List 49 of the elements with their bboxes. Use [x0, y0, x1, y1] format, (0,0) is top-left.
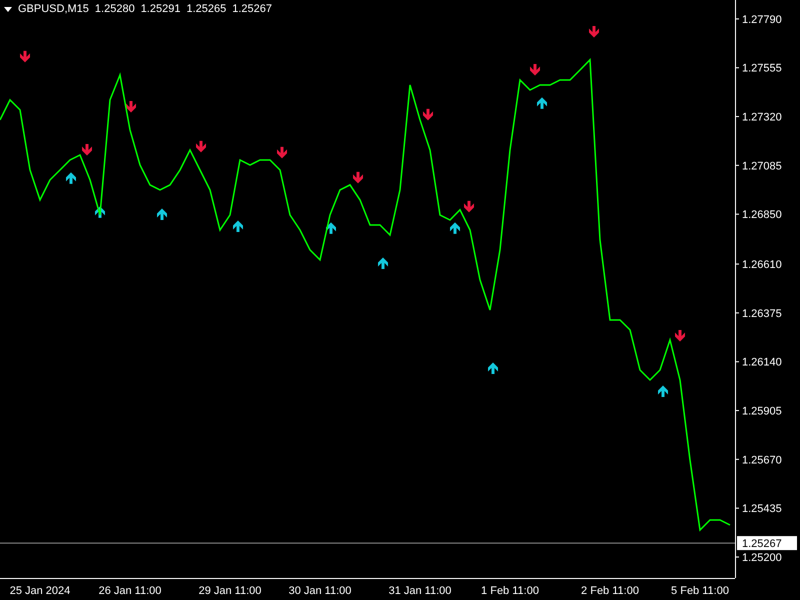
ohlc-price: 1.25265: [186, 3, 226, 15]
down-arrow-icon: [589, 26, 599, 38]
price-axis-label: 1.27790: [742, 14, 782, 26]
up-arrow-icon: [66, 172, 76, 184]
up-arrow-icon: [378, 258, 388, 270]
price-axis-label: 1.26610: [742, 259, 782, 272]
down-arrow-icon: [353, 172, 363, 184]
time-axis-label: 5 Feb 11:00: [671, 585, 729, 597]
up-arrow-icon: [450, 222, 460, 234]
ohlc-price: 1.25267: [232, 3, 272, 15]
time-axis-label: 29 Jan 11:00: [198, 585, 262, 597]
ref-line-label: 1.25267: [742, 538, 782, 550]
price-axis-label: 1.26375: [742, 308, 782, 320]
ohlc-price: 1.25280: [94, 3, 135, 15]
down-arrow-icon: [464, 200, 474, 212]
time-axis-label: 2 Feb 11:00: [581, 585, 639, 597]
time-axis-label: 25 Jan 2024: [10, 585, 70, 597]
dropdown-triangle-icon[interactable]: [4, 6, 12, 12]
up-arrow-icon: [95, 206, 105, 218]
time-axis-label: 31 Jan 11:00: [388, 585, 452, 597]
ohlc-price: 1.25291: [140, 3, 180, 15]
down-arrow-icon: [196, 140, 206, 152]
price-axis-label: 1.27555: [742, 62, 782, 75]
up-arrow-icon: [157, 208, 167, 220]
down-arrow-icon: [530, 64, 540, 76]
time-axis-label: 26 Jan 11:00: [98, 585, 162, 597]
current-price-label: 1.25267: [737, 536, 797, 550]
up-arrow-icon: [488, 362, 498, 374]
up-arrow-icon: [233, 220, 243, 232]
chart-symbol: GBPUSD,M15: [18, 3, 89, 15]
price-axis-label: 1.27085: [742, 160, 782, 172]
down-arrow-icon: [277, 146, 287, 158]
down-arrow-icon: [20, 50, 30, 62]
up-arrow-icon: [326, 222, 336, 234]
price-axis-label: 1.25670: [742, 454, 782, 466]
down-arrow-icon: [126, 101, 136, 112]
up-arrow-icon: [658, 386, 668, 397]
time-axis-label: 1 Feb 11:00: [481, 585, 539, 597]
price-axis-label: 1.25200: [742, 552, 782, 564]
up-arrow-icon: [537, 97, 547, 109]
price-axis-label: 1.25905: [742, 406, 782, 418]
down-arrow-icon: [82, 144, 92, 156]
down-arrow-icon: [423, 108, 433, 120]
time-axis-label: 30 Jan 11:00: [288, 585, 352, 597]
price-axis-label: 1.26140: [742, 356, 782, 369]
price-axis-label: 1.25435: [742, 503, 782, 516]
down-arrow-icon: [675, 330, 685, 342]
price-axis-label: 1.27320: [742, 112, 782, 124]
price-axis-label: 1.26850: [742, 209, 782, 222]
